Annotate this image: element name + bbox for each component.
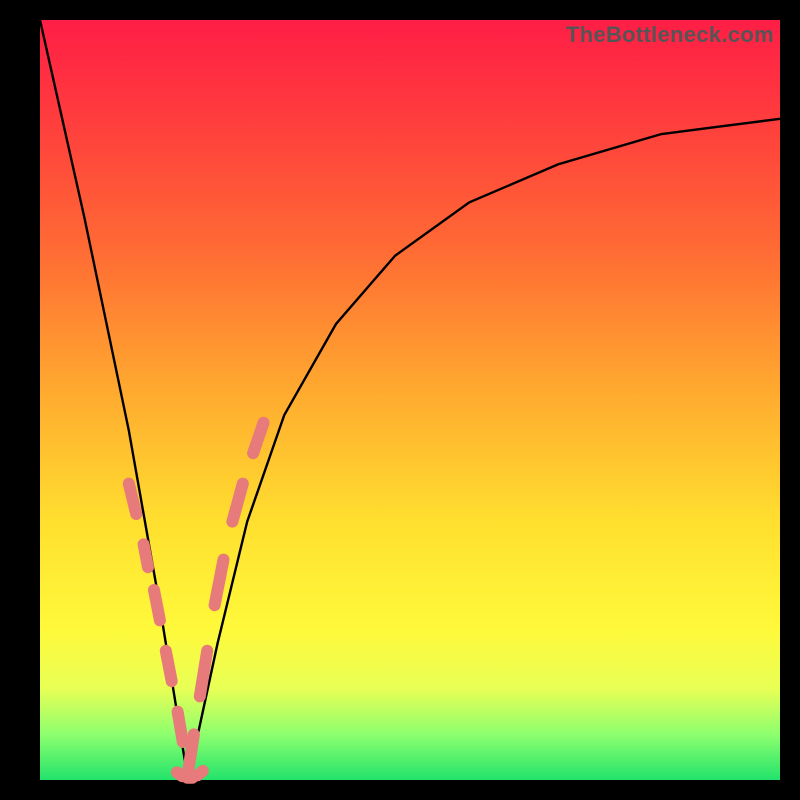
bead-segment	[215, 560, 224, 606]
chart-frame: TheBottleneck.com	[20, 20, 780, 780]
curve-right-arm	[188, 119, 780, 780]
bead-cluster	[129, 423, 264, 778]
bead-segment	[198, 771, 203, 776]
bead-segment	[253, 423, 263, 453]
bead-segment	[200, 651, 207, 697]
plot-area: TheBottleneck.com	[40, 20, 780, 780]
bead-segment	[207, 605, 214, 651]
chart-svg	[40, 20, 780, 780]
